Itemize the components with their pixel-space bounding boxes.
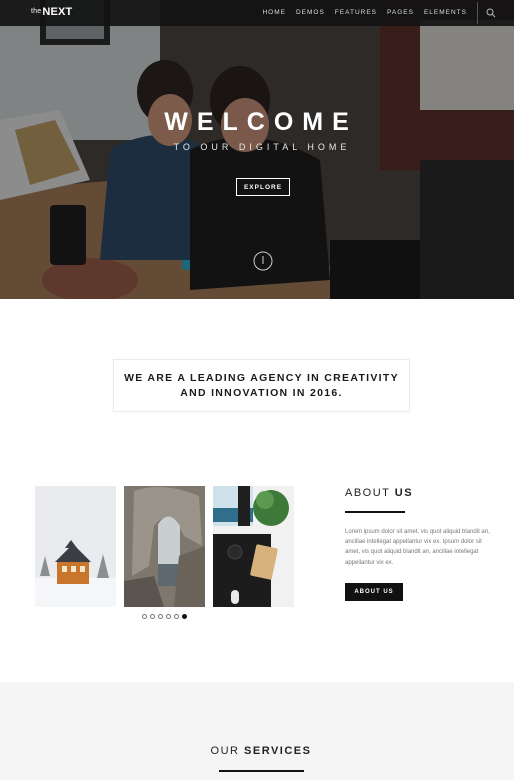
hero-title: WELCOME: [164, 108, 358, 136]
services-heading-bold: SERVICES: [244, 745, 312, 757]
gallery-photo-desk[interactable]: [213, 486, 294, 607]
agency-statement: WE ARE A LEADING AGENCY IN CREATIVITY AN…: [113, 359, 410, 412]
about-heading: ABOUT US: [345, 487, 413, 499]
hero-tagline: TO OUR DIGITAL HOME: [173, 142, 351, 152]
about-heading-bold: US: [394, 487, 414, 499]
services-section: [0, 682, 514, 780]
menu-item-home[interactable]: HOME: [262, 9, 286, 16]
about-heading-light: ABOUT: [345, 487, 395, 499]
logo-main: NEXT: [42, 6, 73, 18]
search-icon[interactable]: [486, 8, 496, 18]
explore-button[interactable]: EXPLORE: [236, 178, 290, 196]
menu-item-features[interactable]: FEATURES: [335, 9, 377, 16]
services-divider: [219, 770, 304, 772]
gallery-dot-5[interactable]: [174, 614, 179, 619]
rock-arch-image: [124, 486, 205, 607]
top-navigation: theNEXT HOME DEMOS FEATURES PAGES ELEMEN…: [0, 0, 514, 26]
about-paragraph: Lorem ipsum dolor sit amet, vis quot ali…: [345, 529, 490, 566]
scroll-down-icon[interactable]: [253, 251, 273, 271]
main-menu: HOME DEMOS FEATURES PAGES ELEMENTS: [252, 9, 467, 16]
gallery-pagination: [142, 614, 187, 619]
desk-flatlay-image: [213, 486, 294, 607]
nav-divider: [477, 2, 478, 24]
gallery-dot-6-active[interactable]: [182, 614, 187, 619]
services-heading: OUR SERVICES: [0, 745, 514, 757]
gallery-dot-2[interactable]: [150, 614, 155, 619]
gallery-photo-rock-arch[interactable]: [124, 486, 205, 607]
services-heading-light: OUR: [210, 745, 245, 757]
about-us-button[interactable]: ABOUT US: [345, 583, 403, 601]
menu-item-elements[interactable]: ELEMENTS: [424, 9, 467, 16]
site-logo[interactable]: theNEXT: [31, 6, 72, 18]
logo-prefix: the: [31, 8, 42, 15]
statement-line-2: AND INNOVATION IN 2016.: [180, 386, 343, 399]
snow-house-image: [35, 486, 116, 607]
about-divider: [345, 511, 405, 513]
hero-section: WELCOME TO OUR DIGITAL HOME EXPLORE: [0, 0, 514, 299]
menu-item-demos[interactable]: DEMOS: [296, 9, 325, 16]
gallery-dot-1[interactable]: [142, 614, 147, 619]
gallery-dot-3[interactable]: [158, 614, 163, 619]
statement-line-1: WE ARE A LEADING AGENCY IN CREATIVITY: [124, 371, 399, 384]
menu-item-pages[interactable]: PAGES: [387, 9, 414, 16]
gallery-photo-house[interactable]: [35, 486, 116, 607]
gallery-dot-4[interactable]: [166, 614, 171, 619]
